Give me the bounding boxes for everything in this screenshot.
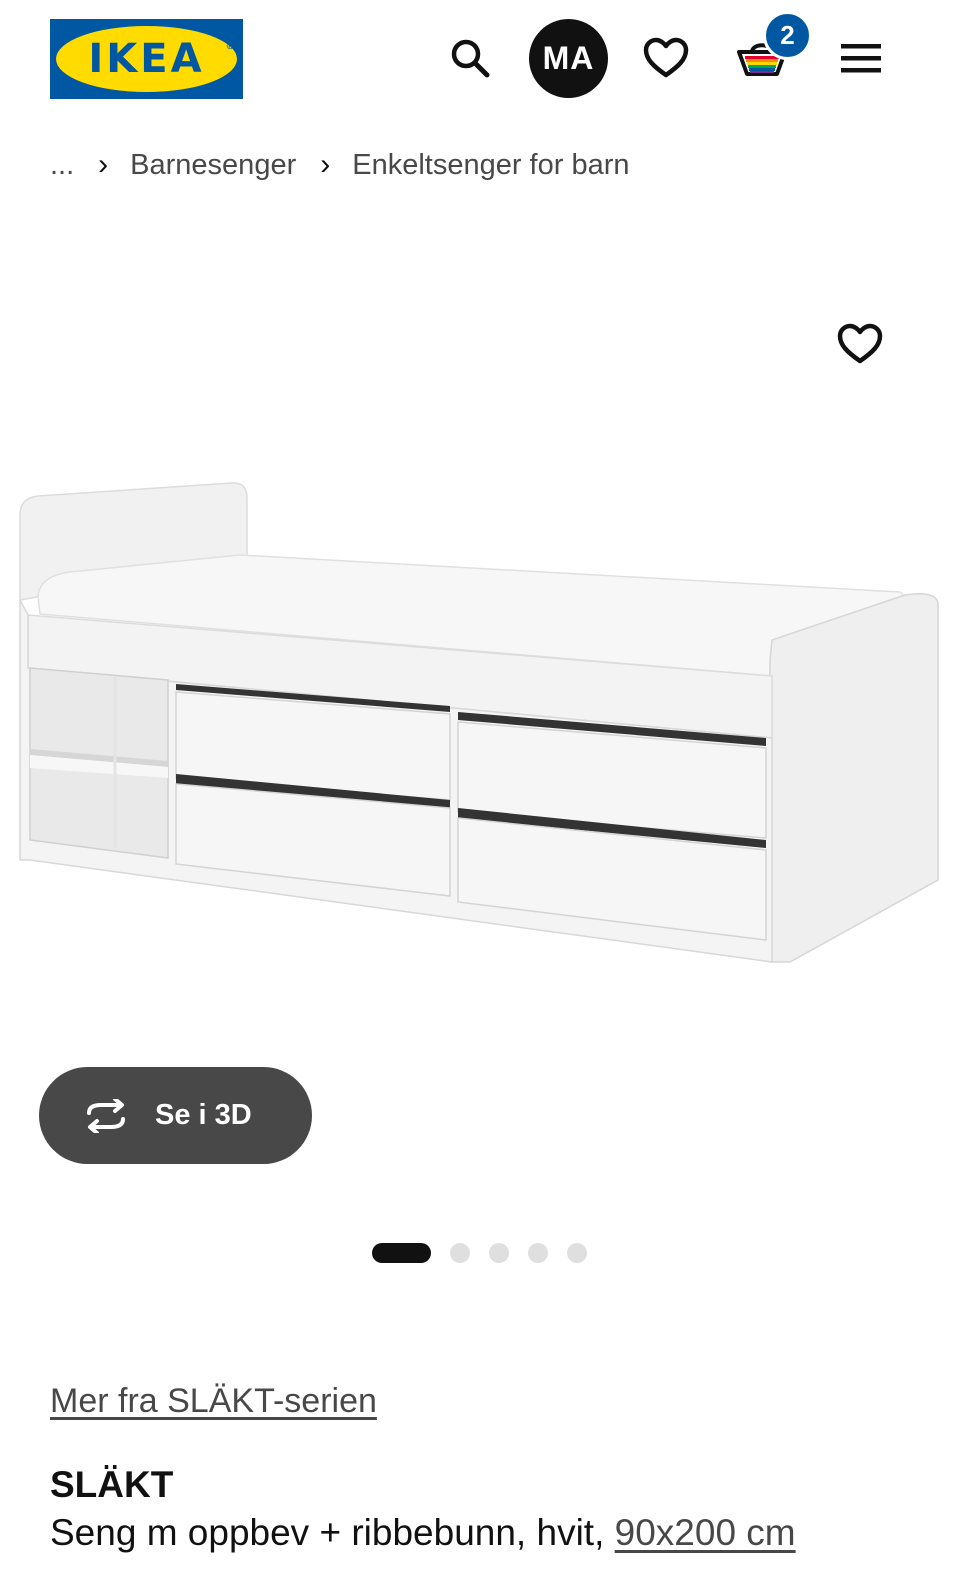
product-size-link[interactable]: 90x200 cm: [615, 1512, 796, 1553]
top-header: IKEA ® MA 2: [0, 0, 960, 120]
heart-icon: [837, 323, 883, 364]
product-description: Seng m oppbev + ribbebunn, hvit, 90x200 …: [50, 1512, 796, 1554]
gallery-dot-5[interactable]: [567, 1243, 587, 1263]
view-in-3d-button[interactable]: Se i 3D: [39, 1067, 312, 1164]
gallery-dot-3[interactable]: [489, 1243, 509, 1263]
breadcrumb-ellipsis[interactable]: ...: [50, 149, 74, 182]
gallery-dot-2[interactable]: [450, 1243, 470, 1263]
gallery-dot-4[interactable]: [528, 1243, 548, 1263]
account-avatar[interactable]: MA: [529, 19, 608, 98]
view-in-3d-label: Se i 3D: [155, 1099, 252, 1131]
ikea-logo[interactable]: IKEA ®: [50, 19, 243, 99]
heart-icon[interactable]: [638, 30, 694, 86]
breadcrumb-separator: ›: [320, 148, 331, 181]
menu-icon[interactable]: [833, 30, 889, 86]
gallery-pagination: [372, 1243, 606, 1263]
breadcrumb-enkeltsenger[interactable]: Enkeltsenger for barn: [352, 149, 629, 182]
product-description-text: Seng m oppbev + ribbebunn, hvit,: [50, 1512, 615, 1553]
logo-registered-mark: ®: [226, 41, 234, 52]
rotate-3d-icon: [87, 1098, 125, 1133]
logo-text: IKEA: [88, 36, 205, 82]
breadcrumb-barnesenger[interactable]: Barnesenger: [130, 149, 296, 182]
series-link[interactable]: Mer fra SLÄKT-serien: [50, 1382, 377, 1421]
gallery-dot-1[interactable]: [372, 1243, 431, 1263]
add-to-favourites-button[interactable]: [832, 316, 888, 372]
cart-count-badge: 2: [763, 11, 812, 60]
search-icon[interactable]: [442, 30, 498, 86]
product-name: SLÄKT: [50, 1464, 174, 1505]
breadcrumb-separator: ›: [98, 148, 109, 181]
breadcrumb: ... › Barnesenger › Enkeltsenger for bar…: [50, 145, 630, 185]
product-image[interactable]: [0, 460, 960, 1020]
